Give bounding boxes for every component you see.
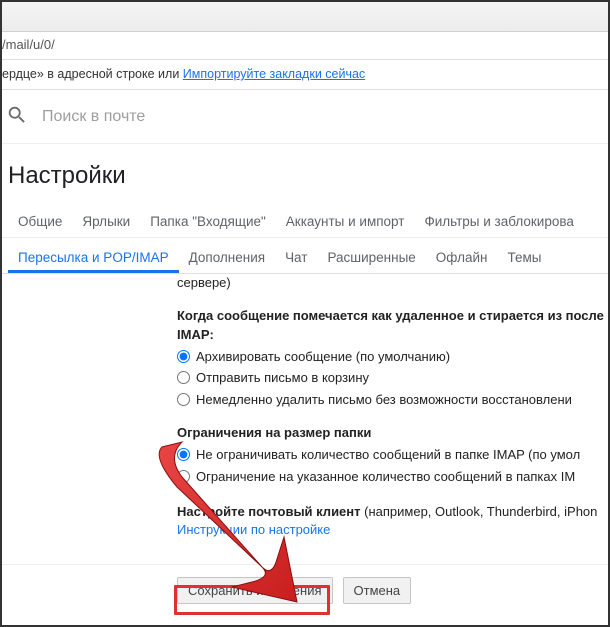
delete-option-immediate[interactable]: Немедленно удалить письмо без возможност… [177,391,608,410]
page-title: Настройки [2,144,608,202]
radio-immediate[interactable] [177,393,190,406]
save-button[interactable]: Сохранить изменения [177,577,333,604]
radio-archive[interactable] [177,350,190,363]
settings-tabs-row1: Общие Ярлыки Папка "Входящие" Аккаунты и… [2,202,608,238]
search-icon [6,104,42,129]
tab-addons[interactable]: Дополнения [179,244,275,273]
delete-heading: Когда сообщение помечается как удаленное… [177,307,608,345]
client-heading: Настройте почтовый клиент (например, Out… [177,503,608,522]
cancel-button[interactable]: Отмена [343,577,412,604]
radio-immediate-label: Немедленно удалить письмо без возможност… [196,391,572,410]
client-heading-suffix: (например, Outlook, Thunderbird, iPhon [361,504,598,519]
delete-option-trash[interactable]: Отправить письмо в корзину [177,369,608,388]
tab-forwarding-pop-imap[interactable]: Пересылка и POP/IMAP [8,244,179,273]
radio-limit-count[interactable] [177,470,190,483]
client-heading-bold: Настройте почтовый клиент [177,504,361,519]
settings-content: сервере) Когда сообщение помечается как … [2,274,608,540]
server-fragment: сервере) [177,274,608,293]
radio-limit-none[interactable] [177,448,190,461]
search-bar[interactable] [2,90,608,144]
settings-tabs-row2: Пересылка и POP/IMAP Дополнения Чат Расш… [2,238,608,274]
url-text: /mail/u/0/ [2,37,55,52]
radio-limit-none-label: Не ограничивать количество сообщений в п… [196,446,580,465]
radio-limit-count-label: Ограничение на указанное количество сооб… [196,468,575,487]
bookmarks-hint-bar: ердце» в адресной строке или Импортируйт… [2,60,608,90]
radio-archive-label: Архивировать сообщение (по умолчанию) [196,348,450,367]
tab-filters[interactable]: Фильтры и заблокирова [414,208,583,237]
delete-option-archive[interactable]: Архивировать сообщение (по умолчанию) [177,348,608,367]
radio-trash[interactable] [177,371,190,384]
browser-chrome-top [2,2,608,32]
bookmarks-hint-text: ердце» в адресной строке или [2,67,183,81]
tab-general[interactable]: Общие [8,208,72,237]
tab-chat[interactable]: Чат [275,244,317,273]
tab-inbox[interactable]: Папка "Входящие" [140,208,276,237]
limit-option-count[interactable]: Ограничение на указанное количество сооб… [177,468,608,487]
radio-trash-label: Отправить письмо в корзину [196,369,369,388]
tab-themes[interactable]: Темы [498,244,552,273]
tab-accounts[interactable]: Аккаунты и импорт [276,208,415,237]
search-input[interactable] [42,108,602,126]
tab-labels[interactable]: Ярлыки [72,208,140,237]
limit-heading: Ограничения на размер папки [177,424,608,443]
button-row: Сохранить изменения Отмена [2,564,608,620]
tab-advanced[interactable]: Расширенные [317,244,425,273]
limit-option-none[interactable]: Не ограничивать количество сообщений в п… [177,446,608,465]
client-instructions-link[interactable]: Инструкции по настройке [177,522,330,537]
tab-offline[interactable]: Офлайн [426,244,498,273]
import-bookmarks-link[interactable]: Импортируйте закладки сейчас [183,67,365,81]
url-bar[interactable]: /mail/u/0/ [2,32,608,60]
